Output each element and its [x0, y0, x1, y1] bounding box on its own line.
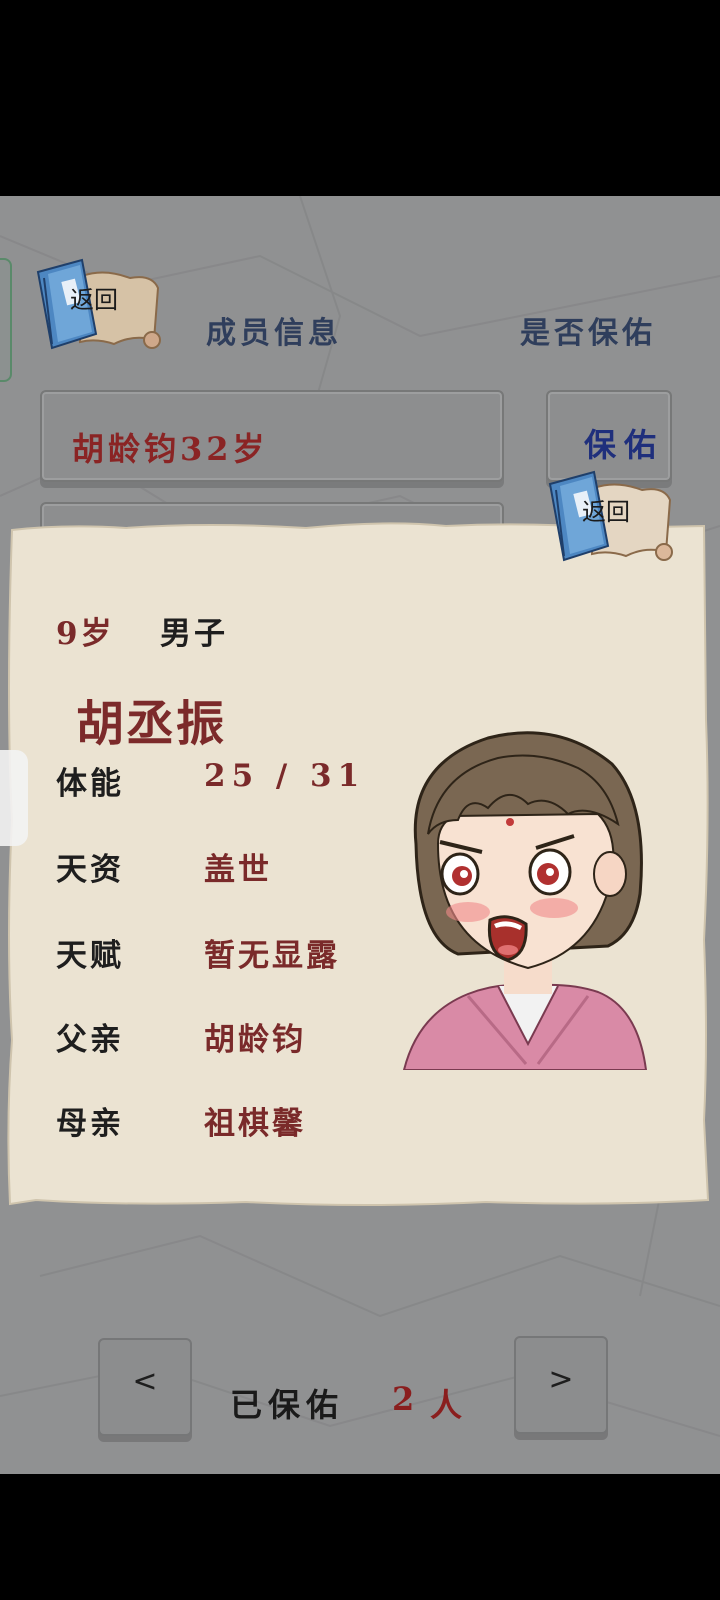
- next-page-button[interactable]: >: [514, 1336, 608, 1434]
- bless-question-header: 是否保佑: [520, 316, 656, 351]
- stat-label: 体能: [56, 766, 124, 802]
- game-screen: 返回 成员信息 是否保佑 胡龄钧32岁 保佑 返回 9岁 男子 胡丞振 体能 2…: [0, 196, 720, 1474]
- member-gender: 男子: [160, 616, 228, 652]
- member-info-header: 成员信息: [206, 316, 342, 351]
- back-label: 返回: [70, 286, 118, 314]
- prev-page-button[interactable]: <: [98, 1338, 192, 1436]
- chevron-left-icon: <: [132, 1364, 158, 1399]
- member-name: 胡丞振: [76, 696, 227, 752]
- stat-label: 父亲: [56, 1022, 124, 1058]
- stat-value: 暂无显露: [204, 938, 340, 974]
- back-button[interactable]: 返回: [34, 254, 164, 354]
- chevron-right-icon: >: [548, 1362, 574, 1397]
- stat-value: 盖世: [204, 852, 272, 888]
- stat-label: 母亲: [56, 1106, 124, 1142]
- bless-button-label: 保佑: [584, 426, 665, 464]
- blessed-count: 2: [392, 1380, 415, 1418]
- blessed-unit: 人: [430, 1386, 463, 1424]
- card-close-button[interactable]: 返回: [546, 466, 676, 566]
- blessed-label: 已保佑: [230, 1386, 345, 1424]
- stat-value: 胡龄钧: [204, 1022, 306, 1058]
- stat-label: 天赋: [56, 938, 124, 974]
- card-close-label: 返回: [582, 498, 630, 526]
- side-drawer-handle[interactable]: [0, 258, 12, 382]
- member-age: 9岁: [56, 616, 115, 652]
- side-pill-handle[interactable]: [0, 750, 28, 846]
- member-name-age: 胡龄钧32岁: [72, 430, 269, 468]
- stat-label: 天资: [56, 852, 124, 888]
- stat-value: 祖棋馨: [204, 1106, 306, 1142]
- stat-value: 25 / 31: [204, 758, 366, 794]
- child-portrait: [402, 731, 648, 1070]
